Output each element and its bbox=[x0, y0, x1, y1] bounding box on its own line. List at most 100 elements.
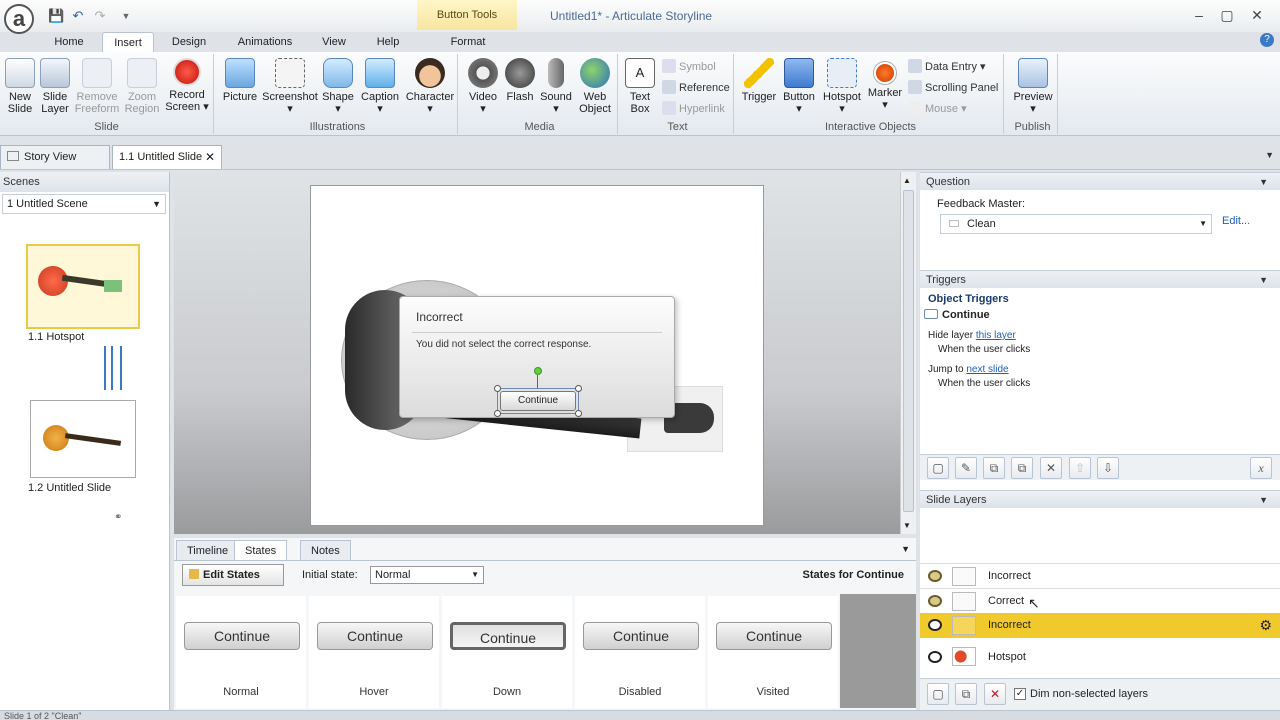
customize-qat-icon[interactable]: ▼ bbox=[118, 8, 134, 24]
picture-button[interactable]: Picture bbox=[220, 56, 260, 103]
character-button[interactable]: Character ▾ bbox=[404, 56, 456, 115]
marker-button[interactable]: Marker ▾ bbox=[866, 56, 904, 111]
tab-insert[interactable]: Insert bbox=[102, 32, 154, 52]
question-header[interactable]: Question ▼ bbox=[920, 172, 1280, 190]
slide-layer-button[interactable]: Slide Layer bbox=[38, 56, 72, 115]
state-hover[interactable]: Continue Hover bbox=[309, 596, 439, 708]
video-button[interactable]: Video ▾ bbox=[464, 56, 502, 115]
slide-tab[interactable]: 1.1 Untitled Slide ✕ bbox=[112, 145, 222, 169]
state-normal[interactable]: Continue Normal bbox=[176, 596, 306, 708]
tab-help[interactable]: Help bbox=[366, 32, 410, 52]
eye-icon[interactable] bbox=[928, 595, 942, 607]
duplicate-layer-icon[interactable]: ⧉ bbox=[955, 683, 977, 705]
trigger-target-link[interactable]: next slide bbox=[966, 364, 1008, 375]
state-down[interactable]: Continue Down bbox=[442, 596, 572, 708]
variables-icon[interactable]: x bbox=[1250, 457, 1272, 479]
tab-states[interactable]: States bbox=[234, 540, 288, 560]
record-screen-button[interactable]: Record Screen ▾ bbox=[164, 56, 210, 113]
new-layer-icon[interactable]: ▢ bbox=[927, 683, 949, 705]
redo-icon[interactable]: ↷ bbox=[92, 8, 108, 24]
layer-row-base[interactable]: Hotspot bbox=[920, 642, 1280, 672]
undo-icon[interactable]: ↶ bbox=[70, 8, 86, 24]
resize-handle[interactable] bbox=[494, 385, 501, 392]
state-visited[interactable]: Continue Visited bbox=[708, 596, 838, 708]
scene-dropdown[interactable]: 1 Untitled Scene ▼ bbox=[2, 194, 166, 214]
tab-notes[interactable]: Notes bbox=[300, 540, 351, 560]
help-icon[interactable]: ? bbox=[1260, 33, 1274, 47]
trigger-object-name[interactable]: Continue bbox=[924, 309, 990, 321]
text-box-button[interactable]: A Text Box bbox=[624, 56, 656, 115]
symbol-button[interactable]: Symbol bbox=[662, 58, 716, 76]
resize-handle[interactable] bbox=[494, 410, 501, 417]
trigger-item[interactable]: Jump to next slide bbox=[928, 364, 1009, 375]
copy-trigger-icon[interactable]: ⧉ bbox=[983, 457, 1005, 479]
collapse-bottom-icon[interactable]: ▼ bbox=[901, 544, 910, 554]
minimize-button[interactable]: – bbox=[1188, 6, 1210, 24]
tab-animations[interactable]: Animations bbox=[228, 32, 302, 52]
web-object-button[interactable]: Web Object bbox=[574, 56, 616, 115]
layer-row-selected[interactable]: Incorrect ⚙ bbox=[920, 613, 1280, 638]
scrolling-panel-button[interactable]: Scrolling Panel bbox=[908, 79, 998, 97]
save-icon[interactable]: 💾 bbox=[48, 8, 64, 24]
scroll-thumb[interactable] bbox=[903, 190, 914, 512]
hotspot-button[interactable]: Hotspot ▾ bbox=[820, 56, 864, 115]
move-down-icon[interactable]: ⇩ bbox=[1097, 457, 1119, 479]
initial-state-select[interactable]: Normal ▼ bbox=[370, 566, 484, 584]
edit-master-link[interactable]: Edit... bbox=[1222, 215, 1250, 227]
slide-layers-header[interactable]: Slide Layers ▼ bbox=[920, 490, 1280, 508]
resize-handle[interactable] bbox=[575, 385, 582, 392]
new-trigger-icon[interactable]: ▢ bbox=[927, 457, 949, 479]
edit-states-button[interactable]: Edit States bbox=[182, 564, 284, 586]
slide-thumbnail-2[interactable] bbox=[30, 400, 136, 478]
remove-freeform-button[interactable]: Remove Freeform bbox=[74, 56, 120, 115]
vertical-scrollbar[interactable]: ▲ ▼ bbox=[900, 172, 916, 534]
rotate-handle[interactable] bbox=[534, 367, 542, 375]
feedback-master-select[interactable]: Clean ▼ bbox=[940, 214, 1212, 234]
new-slide-button[interactable]: New Slide bbox=[4, 56, 36, 115]
delete-trigger-icon[interactable]: ✕ bbox=[1040, 457, 1062, 479]
edit-states-label: Edit States bbox=[203, 569, 260, 581]
edit-trigger-icon[interactable]: ✎ bbox=[955, 457, 977, 479]
layer-row[interactable]: Incorrect bbox=[920, 563, 1280, 588]
maximize-button[interactable]: ▢ bbox=[1216, 6, 1238, 24]
tab-home[interactable]: Home bbox=[46, 32, 92, 52]
layer-row[interactable]: Correct ↖ bbox=[920, 588, 1280, 613]
scroll-up-icon[interactable]: ▲ bbox=[903, 176, 911, 185]
tab-list-chevron-icon[interactable]: ▼ bbox=[1265, 150, 1274, 160]
flash-button[interactable]: Flash bbox=[502, 56, 538, 103]
paste-trigger-icon[interactable]: ⧉ bbox=[1011, 457, 1033, 479]
preview-button[interactable]: Preview ▾ bbox=[1012, 56, 1054, 115]
state-disabled[interactable]: Continue Disabled bbox=[575, 596, 705, 708]
tab-timeline[interactable]: Timeline bbox=[176, 540, 240, 560]
move-up-icon[interactable]: ⇧ bbox=[1069, 457, 1091, 479]
reference-button[interactable]: Reference bbox=[662, 79, 730, 97]
trigger-target-link[interactable]: this layer bbox=[976, 330, 1016, 341]
delete-layer-icon[interactable]: ✕ bbox=[984, 683, 1006, 705]
sound-button[interactable]: Sound ▾ bbox=[538, 56, 574, 115]
slide-thumbnail-1[interactable] bbox=[26, 244, 140, 329]
data-entry-button[interactable]: Data Entry ▾ bbox=[908, 58, 986, 76]
zoom-region-button[interactable]: Zoom Region bbox=[122, 56, 162, 115]
trigger-button[interactable]: Trigger bbox=[740, 56, 778, 103]
story-view-tab[interactable]: Story View bbox=[0, 145, 110, 169]
eye-icon[interactable] bbox=[928, 619, 942, 631]
close-tab-icon[interactable]: ✕ bbox=[205, 146, 215, 168]
gear-icon[interactable]: ⚙ bbox=[1259, 613, 1272, 638]
screenshot-button[interactable]: Screenshot ▾ bbox=[262, 56, 318, 115]
dim-layers-checkbox[interactable]: ✓ bbox=[1014, 688, 1026, 700]
mouse-button[interactable]: Mouse ▾ bbox=[908, 100, 967, 118]
tab-design[interactable]: Design bbox=[164, 32, 214, 52]
button-button[interactable]: Button ▾ bbox=[780, 56, 818, 115]
triggers-header[interactable]: Triggers ▼ bbox=[920, 270, 1280, 288]
eye-icon[interactable] bbox=[928, 651, 942, 663]
caption-button[interactable]: Caption ▾ bbox=[358, 56, 402, 115]
scroll-down-icon[interactable]: ▼ bbox=[903, 521, 911, 530]
trigger-item[interactable]: Hide layer this layer bbox=[928, 330, 1016, 341]
tab-view[interactable]: View bbox=[314, 32, 354, 52]
tab-format[interactable]: Format bbox=[440, 32, 496, 52]
resize-handle[interactable] bbox=[575, 410, 582, 417]
eye-icon[interactable] bbox=[928, 570, 942, 582]
shape-button[interactable]: Shape ▾ bbox=[320, 56, 356, 115]
hyperlink-button[interactable]: Hyperlink bbox=[662, 100, 725, 118]
close-button[interactable]: ✕ bbox=[1246, 6, 1268, 24]
